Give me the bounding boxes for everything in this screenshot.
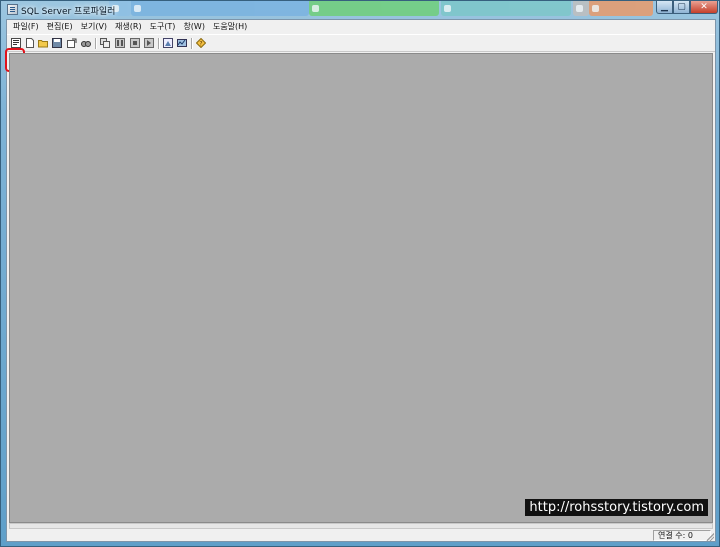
- title-bar[interactable]: SQL Server 프로파일러 ▁ ▢ ✕: [1, 1, 720, 19]
- toolbar-separator: [95, 38, 96, 49]
- connections-status: 연결 수: 0: [653, 530, 711, 541]
- menu-help[interactable]: 도움말(H): [209, 20, 251, 34]
- app-icon[interactable]: [7, 4, 18, 15]
- pause-trace-icon[interactable]: [115, 38, 125, 48]
- window-frame: SQL Server 프로파일러 ▁ ▢ ✕ 파일(F) 편집(E) 보기(V)…: [0, 0, 720, 547]
- toolbar-separator: [191, 38, 192, 49]
- performance-monitor-icon[interactable]: [177, 38, 187, 48]
- close-button[interactable]: ✕: [690, 1, 718, 14]
- status-bar: 연결 수: 0: [7, 529, 715, 541]
- minimize-button[interactable]: ▁: [656, 1, 673, 14]
- maximize-button[interactable]: ▢: [673, 1, 690, 14]
- background-tab: [589, 1, 653, 16]
- toolbar-separator: [158, 38, 159, 49]
- svg-text:?: ?: [199, 41, 202, 48]
- menu-view[interactable]: 보기(V): [77, 20, 111, 34]
- new-trace-icon[interactable]: [11, 38, 21, 48]
- save-icon[interactable]: [52, 38, 62, 48]
- background-tab: [309, 1, 439, 16]
- window-title: SQL Server 프로파일러: [21, 7, 116, 17]
- properties-icon[interactable]: [67, 38, 77, 48]
- resize-grip-icon[interactable]: [706, 533, 714, 541]
- background-tab: [573, 1, 589, 16]
- menu-file[interactable]: 파일(F): [9, 20, 43, 34]
- watermark: http://rohsstory.tistory.com: [525, 499, 708, 516]
- menu-edit[interactable]: 편집(E): [43, 20, 77, 34]
- database-tuning-icon[interactable]: [163, 38, 173, 48]
- toolbar: ?: [5, 34, 715, 72]
- background-tab: [441, 1, 571, 16]
- menu-bar: 파일(F) 편집(E) 보기(V) 재생(R) 도구(T) 창(W) 도움말(H…: [7, 20, 715, 34]
- mdi-workspace: http://rohsstory.tistory.com: [9, 53, 713, 523]
- background-tab: [131, 1, 309, 16]
- help-icon[interactable]: ?: [195, 37, 207, 49]
- play-trace-icon[interactable]: [100, 38, 110, 48]
- menu-window[interactable]: 창(W): [179, 20, 209, 34]
- step-icon[interactable]: [144, 38, 154, 48]
- new-document-icon[interactable]: [25, 38, 35, 48]
- find-icon[interactable]: [81, 38, 91, 48]
- menu-tools[interactable]: 도구(T): [146, 20, 180, 34]
- stop-trace-icon[interactable]: [130, 38, 140, 48]
- menu-replay[interactable]: 재생(R): [111, 20, 146, 34]
- app-client-area: 파일(F) 편집(E) 보기(V) 재생(R) 도구(T) 창(W) 도움말(H…: [5, 19, 716, 542]
- open-folder-icon[interactable]: [38, 38, 48, 48]
